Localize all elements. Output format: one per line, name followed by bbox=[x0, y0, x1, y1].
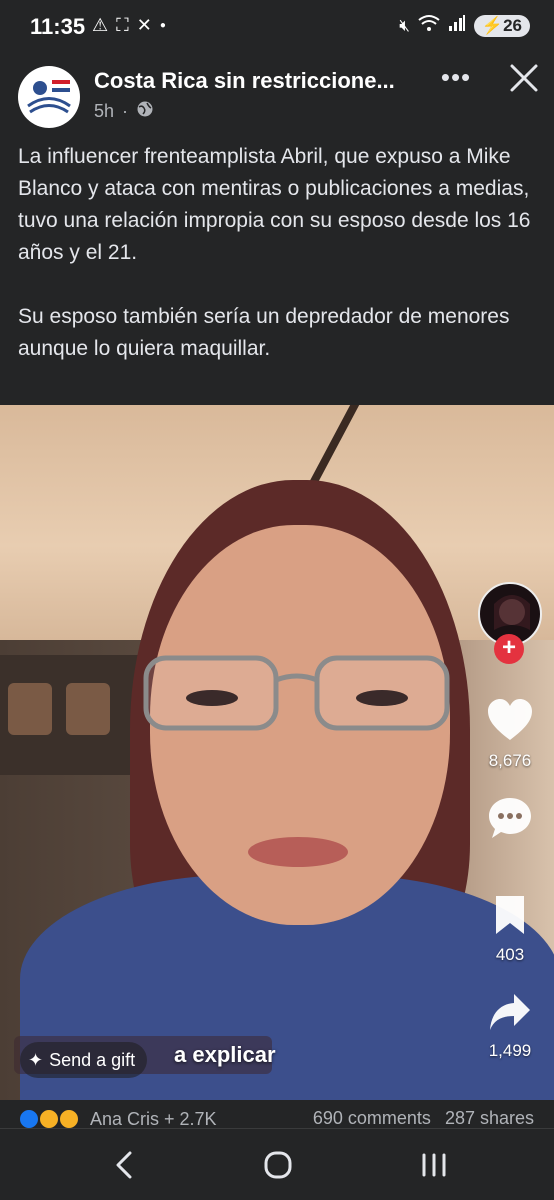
close-icon[interactable] bbox=[504, 58, 544, 98]
comments-count[interactable]: 690 comments bbox=[313, 1108, 431, 1128]
dot-separator: · bbox=[122, 101, 129, 121]
tools-icon: ✕ bbox=[136, 15, 152, 35]
video-action-rail: + 8,676 403 1,499 bbox=[470, 582, 550, 1102]
haha-reaction-icon bbox=[38, 1108, 60, 1128]
like-reaction-icon bbox=[18, 1108, 40, 1128]
like-button[interactable]: 8,676 bbox=[470, 698, 550, 771]
share-arrow-icon bbox=[490, 994, 530, 1030]
screenshot-icon: ⛶ bbox=[116, 15, 129, 35]
reaction-names: Ana Cris + 2.7K bbox=[90, 1108, 217, 1129]
battery-level: 26 bbox=[503, 15, 522, 35]
send-gift-button[interactable]: ✦ Send a gift bbox=[20, 1042, 148, 1078]
globe-icon bbox=[136, 100, 154, 123]
mute-icon: 🔇︎ bbox=[399, 15, 410, 35]
home-icon[interactable] bbox=[258, 1147, 298, 1183]
recents-icon[interactable] bbox=[414, 1147, 454, 1183]
post-time[interactable]: 5h bbox=[94, 101, 114, 122]
post-header: Costa Rica sin restriccione... 5h · ••• bbox=[0, 52, 554, 132]
person-mouth bbox=[248, 837, 348, 867]
shelf-item bbox=[66, 683, 110, 735]
status-time: 11:35 bbox=[30, 14, 86, 39]
video-caption: a explicar bbox=[174, 1042, 276, 1067]
follow-plus-button[interactable]: + bbox=[494, 634, 524, 664]
post-meta: 5h · bbox=[94, 100, 154, 123]
shares-count[interactable]: 287 shares bbox=[445, 1108, 534, 1128]
glasses-icon bbox=[143, 655, 450, 731]
sparkle-icon: ✦ bbox=[28, 1049, 44, 1070]
back-icon[interactable] bbox=[106, 1147, 146, 1183]
heart-icon bbox=[488, 699, 532, 740]
warning-icon: ⚠ bbox=[92, 15, 109, 35]
post-paragraph: Su esposo también sería un depredador de… bbox=[18, 305, 510, 360]
shelf-item bbox=[8, 683, 52, 735]
page-name[interactable]: Costa Rica sin restriccione... bbox=[94, 68, 414, 94]
comment-icon bbox=[489, 798, 531, 838]
reaction-summary[interactable]: Ana Cris + 2.7K bbox=[18, 1108, 217, 1128]
dot-icon: ● bbox=[159, 20, 166, 31]
reactions-row: Ana Cris + 2.7K 690 comments 287 shares bbox=[0, 1100, 554, 1128]
page-avatar[interactable] bbox=[18, 66, 80, 128]
battery-indicator: ⚡26 bbox=[473, 14, 530, 37]
engagement-counts: 690 comments 287 shares bbox=[313, 1108, 534, 1128]
signal-icon bbox=[448, 14, 466, 37]
share-count: 1,499 bbox=[488, 1041, 532, 1060]
system-navigation-bar bbox=[0, 1128, 554, 1200]
comment-button[interactable] bbox=[470, 796, 550, 845]
video-background-shelf bbox=[0, 655, 150, 775]
post-paragraph: La influencer frenteamplista Abril, que … bbox=[18, 145, 531, 264]
status-notification-icons: ⚠ ⛶ ✕ ● bbox=[92, 15, 166, 36]
more-options-icon[interactable]: ••• bbox=[436, 62, 476, 92]
page-logo-icon bbox=[19, 67, 79, 127]
wifi-icon bbox=[418, 14, 440, 37]
post-text: La influencer frenteamplista Abril, que … bbox=[18, 141, 538, 397]
status-system-icons: 🔇︎ ⚡26 bbox=[399, 14, 530, 37]
like-count: 8,676 bbox=[488, 751, 532, 770]
send-gift-label: Send a gift bbox=[49, 1049, 136, 1070]
save-count: 403 bbox=[495, 945, 525, 964]
wow-reaction-icon bbox=[58, 1108, 80, 1128]
share-button[interactable]: 1,499 bbox=[470, 992, 550, 1061]
status-bar: 11:35 ⚠ ⛶ ✕ ● 🔇︎ ⚡26 bbox=[0, 0, 554, 52]
save-button[interactable]: 403 bbox=[470, 894, 550, 965]
bookmark-icon bbox=[496, 896, 524, 934]
